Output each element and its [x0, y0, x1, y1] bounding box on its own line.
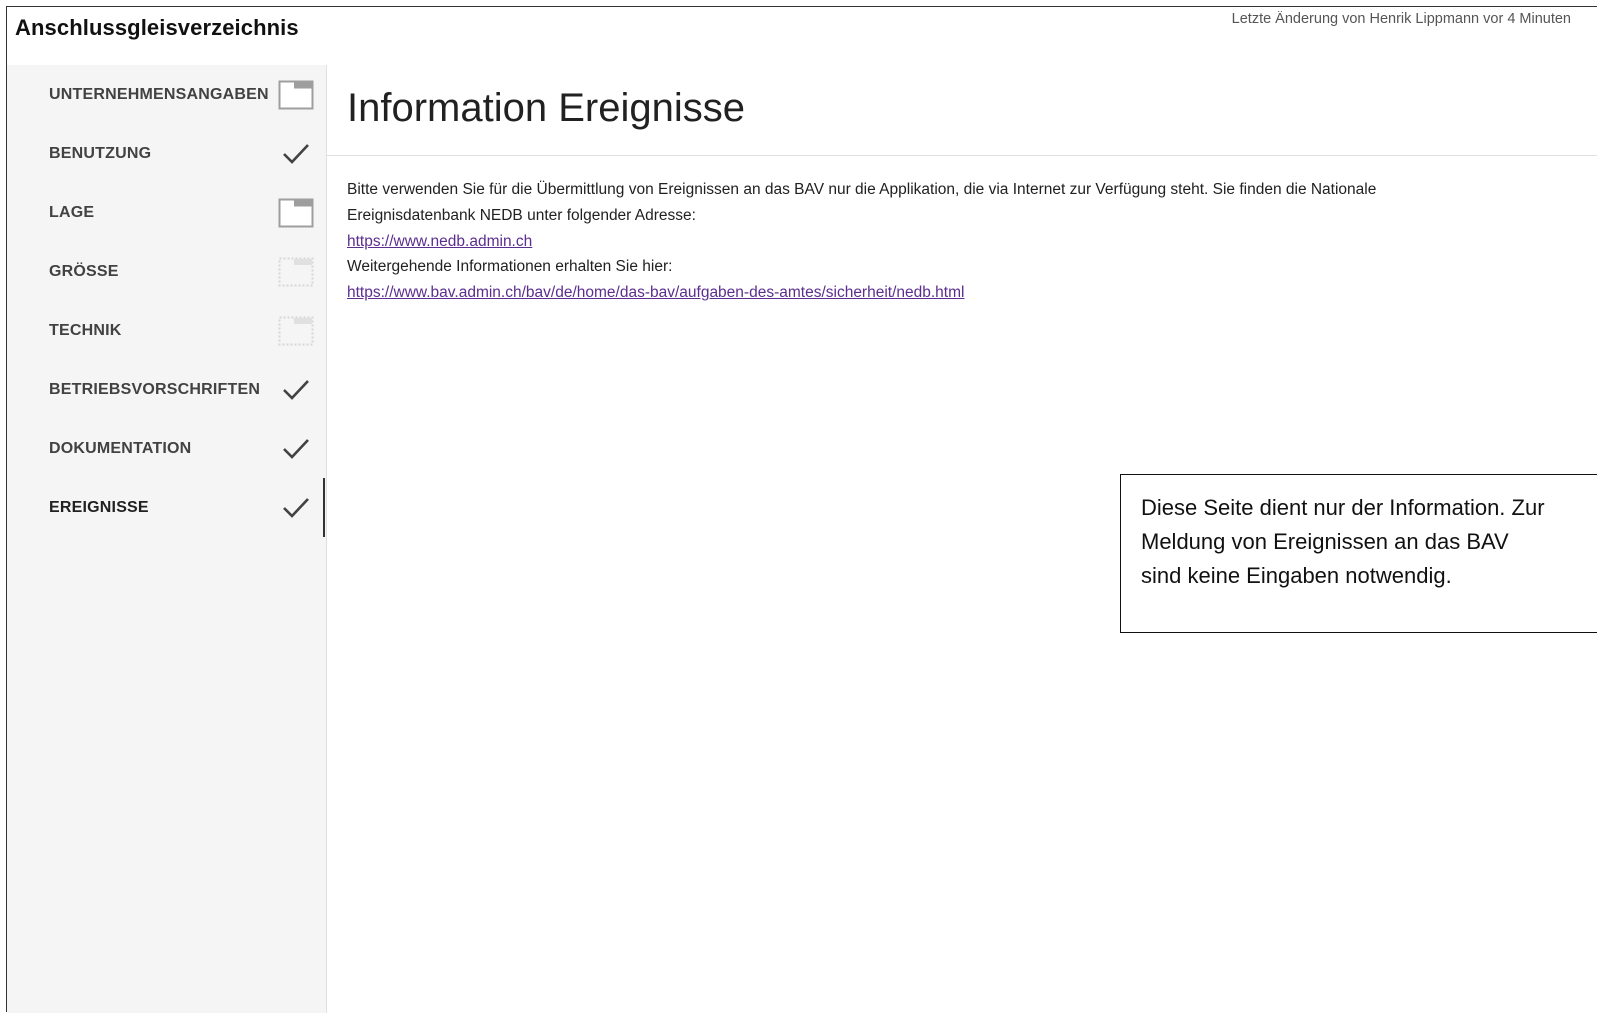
sidebar-item-label: BENUTZUNG [49, 144, 152, 162]
intro-text-line: Bitte verwenden Sie für die Übermittlung… [347, 181, 1377, 198]
sidebar-item-technik[interactable]: TECHNIK [7, 301, 325, 360]
bav-link[interactable]: https://www.bav.admin.ch/bav/de/home/das… [347, 280, 1587, 306]
top-bar: Anschlussgleisverzeichnis Letzte Änderun… [7, 7, 1597, 65]
sidebar-item-label: LAGE [49, 203, 95, 221]
section-outline-icon [278, 80, 314, 110]
intro-text-line: Ereignisdatenbank NEDB unter folgender A… [347, 206, 696, 224]
info-note-box: Diese Seite dient nur der Information. Z… [1120, 474, 1597, 633]
sidebar-item-label: GRÖSSE [49, 262, 119, 280]
sidebar-item-lage[interactable]: LAGE [7, 183, 325, 242]
sidebar-item-label: UNTERNEHMENSANGABEN [49, 85, 269, 103]
check-icon [278, 375, 314, 405]
note-line: Diese Seite dient nur der Information. Z… [1141, 495, 1545, 520]
sidebar-item-label: BETRIEBSVORSCHRIFTEN [49, 380, 261, 398]
sidebar-item-benutzung[interactable]: BENUTZUNG [7, 124, 325, 183]
sidebar-item-unternehmensangaben[interactable]: UNTERNEHMENSANGABEN [7, 65, 325, 124]
app-title: Anschlussgleisverzeichnis [15, 15, 299, 40]
note-line: Meldung von Ereignissen an das BAV [1141, 529, 1509, 554]
section-dotted-icon [278, 257, 314, 287]
nedb-link[interactable]: https://www.nedb.admin.ch [347, 229, 1587, 255]
sidebar-item-betriebsvorschriften[interactable]: BETRIEBSVORSCHRIFTEN [7, 360, 325, 419]
app-window: Anschlussgleisverzeichnis Letzte Änderun… [6, 6, 1597, 1013]
check-icon [278, 139, 314, 169]
sidebar-item-label: EREIGNISSE [49, 498, 149, 516]
check-icon [278, 434, 314, 464]
sidebar-item-groesse[interactable]: GRÖSSE [7, 242, 325, 301]
content-header: Information Ereignisse [327, 65, 1597, 156]
note-line: sind keine Eingaben notwendig. [1141, 563, 1452, 588]
check-icon [278, 493, 314, 523]
sidebar-item-dokumentation[interactable]: DOKUMENTATION [7, 419, 325, 478]
sidebar-item-label: DOKUMENTATION [49, 439, 192, 457]
content-body: Bitte verwenden Sie für die Übermittlung… [347, 177, 1587, 306]
sidebar-item-ereignisse[interactable]: EREIGNISSE [7, 478, 325, 537]
sidebar-item-label: TECHNIK [49, 321, 122, 339]
last-change-info: Letzte Änderung von Henrik Lippmann vor … [1231, 11, 1571, 27]
sidebar: UNTERNEHMENSANGABEN BENUTZUNG LAGE GRÖSS… [7, 65, 327, 1013]
more-info-text: Weitergehende Informationen erhalten Sie… [347, 258, 673, 276]
section-dotted-icon [278, 316, 314, 346]
section-outline-icon [278, 198, 314, 228]
page-title: Information Ereignisse [347, 86, 745, 130]
